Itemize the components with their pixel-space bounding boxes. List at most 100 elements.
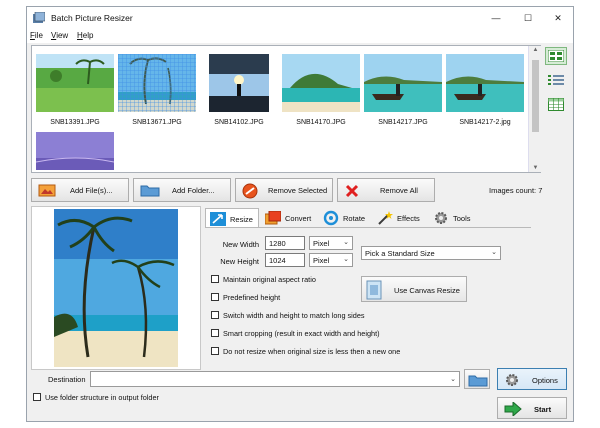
- options-label: Options: [532, 376, 558, 385]
- thumbnail-image: [209, 54, 269, 112]
- destination-input[interactable]: ⌄: [90, 371, 460, 387]
- thumbnail-item[interactable]: SNB13671.JPG: [118, 54, 196, 126]
- width-unit-select[interactable]: Pixel ⌄: [309, 236, 353, 250]
- scroll-up-icon[interactable]: ▲: [529, 47, 542, 53]
- thumbnail-image: [364, 54, 442, 112]
- thumbnail-caption: SNB14217.JPG: [378, 119, 428, 126]
- thumbnail-panel[interactable]: SNB13391.JPG SNB13671.JPG SNB14102.JPG S…: [31, 45, 541, 173]
- tab-rotate[interactable]: Rotate: [319, 208, 371, 228]
- tab-rotate-label: Rotate: [343, 214, 366, 223]
- image-preview: [31, 206, 201, 370]
- do-not-resize-checkbox[interactable]: Do not resize when original size is less…: [211, 347, 400, 356]
- tab-effects[interactable]: Effects: [373, 208, 429, 228]
- thumbnail-item[interactable]: SNB14217-2.jpg: [446, 54, 524, 126]
- chevron-down-icon: ⌄: [343, 256, 349, 263]
- canvas-icon: [366, 280, 382, 300]
- checkbox-box[interactable]: [211, 311, 219, 319]
- app-window: Batch Picture Resizer — ☐ ✕ File View He…: [26, 6, 574, 422]
- height-unit-value: Pixel: [313, 256, 330, 265]
- menu-file[interactable]: File: [30, 31, 43, 40]
- new-height-label: New Height: [220, 257, 259, 266]
- checkbox-box[interactable]: [211, 293, 219, 301]
- window-title: Batch Picture Resizer: [51, 13, 133, 23]
- details-view-icon[interactable]: [545, 95, 567, 113]
- thumbnail-caption: SNB14102.JPG: [214, 119, 264, 126]
- magic-wand-icon: [378, 211, 393, 225]
- remove-selected-button[interactable]: Remove Selected: [235, 178, 333, 202]
- tab-convert[interactable]: Convert: [261, 208, 319, 228]
- maintain-aspect-checkbox[interactable]: Maintain original aspect ratio: [211, 275, 316, 284]
- thumbnail-image: [446, 54, 524, 112]
- width-unit-value: Pixel: [313, 239, 330, 248]
- app-icon: [33, 12, 45, 23]
- checkbox-label: Use folder structure in output folder: [45, 393, 159, 402]
- checkbox-label: Predefined height: [223, 293, 281, 302]
- canvas-resize-label: Use Canvas Resize: [394, 286, 460, 295]
- tab-resize[interactable]: Resize: [205, 208, 259, 228]
- resize-icon: [210, 212, 226, 226]
- close-red-icon: [345, 184, 359, 198]
- thumbnail-caption: SNB14170.JPG: [296, 119, 346, 126]
- convert-icon: [265, 211, 281, 225]
- start-button[interactable]: Start: [497, 397, 567, 419]
- thumbnail-caption: SNB13391.JPG: [50, 119, 100, 126]
- browse-folder-button[interactable]: [464, 369, 490, 389]
- destination-label: Destination: [48, 375, 86, 384]
- menu-view[interactable]: View: [51, 31, 68, 40]
- menu-help[interactable]: Help: [77, 31, 93, 40]
- close-button[interactable]: ✕: [545, 10, 571, 26]
- tab-tools[interactable]: Tools: [429, 208, 479, 228]
- tab-resize-label: Resize: [230, 215, 253, 224]
- canvas-resize-button[interactable]: Use Canvas Resize: [361, 276, 467, 302]
- add-files-label: Add File(s)...: [70, 186, 113, 195]
- menu-bar: File View Help: [27, 29, 573, 43]
- checkbox-label: Switch width and height to match long si…: [223, 311, 365, 320]
- folder-icon: [468, 375, 488, 387]
- new-width-input[interactable]: 1280: [265, 236, 305, 250]
- remove-all-button[interactable]: Remove All: [337, 178, 435, 202]
- thumbnail-scrollbar[interactable]: ▲ ▼: [528, 46, 541, 172]
- thumbnail-image: [282, 54, 360, 112]
- scroll-down-icon[interactable]: ▼: [529, 165, 542, 171]
- gear-icon: [435, 212, 447, 224]
- chevron-down-icon: ⌄: [450, 376, 456, 383]
- checkbox-box[interactable]: [211, 347, 219, 355]
- thumbnail-item[interactable]: SNB14170.JPG: [282, 54, 360, 126]
- new-height-input[interactable]: 1024: [265, 253, 305, 267]
- height-unit-select[interactable]: Pixel ⌄: [309, 253, 353, 267]
- thumbnail-item[interactable]: SNB14102.JPG: [200, 54, 278, 126]
- images-count: Images count: 7: [489, 186, 543, 195]
- thumbnail-item[interactable]: SNB13391.JPG: [36, 54, 114, 126]
- switch-sides-checkbox[interactable]: Switch width and height to match long si…: [211, 311, 365, 320]
- checkbox-label: Do not resize when original size is less…: [223, 347, 401, 356]
- thumbnail-item[interactable]: SNB14217.JPG: [364, 54, 442, 126]
- smart-cropping-checkbox[interactable]: Smart cropping (result in exact width an…: [211, 329, 380, 338]
- thumbnails-view-icon[interactable]: [545, 47, 567, 65]
- add-folder-button[interactable]: Add Folder...: [133, 178, 231, 202]
- new-width-label: New Width: [222, 240, 259, 249]
- checkbox-label: Smart cropping (result in exact width an…: [223, 329, 380, 338]
- remove-icon: [242, 183, 258, 199]
- checkbox-box[interactable]: [211, 329, 219, 337]
- scrollbar-thumb[interactable]: [532, 60, 539, 132]
- start-label: Start: [534, 405, 552, 414]
- gear-icon: [506, 374, 518, 386]
- start-arrow-icon: [504, 402, 522, 416]
- maximize-button[interactable]: ☐: [515, 10, 541, 26]
- folder-icon: [140, 185, 160, 197]
- add-folder-label: Add Folder...: [172, 186, 215, 195]
- checkbox-box[interactable]: [211, 275, 219, 283]
- remove-all-label: Remove All: [380, 186, 418, 195]
- predefined-height-checkbox[interactable]: Predefined height: [211, 293, 280, 302]
- thumbnail-image: [118, 54, 196, 112]
- chevron-down-icon: ⌄: [491, 249, 497, 256]
- list-view-icon[interactable]: [545, 71, 567, 89]
- options-button[interactable]: Options: [497, 368, 567, 390]
- minimize-button[interactable]: —: [483, 10, 509, 26]
- standard-size-select[interactable]: Pick a Standard Size ⌄: [361, 246, 501, 260]
- folder-structure-checkbox[interactable]: Use folder structure in output folder: [33, 393, 159, 402]
- thumbnail-item[interactable]: [36, 132, 114, 170]
- tab-effects-label: Effects: [397, 214, 420, 223]
- add-files-button[interactable]: Add File(s)...: [31, 178, 129, 202]
- checkbox-box[interactable]: [33, 393, 41, 401]
